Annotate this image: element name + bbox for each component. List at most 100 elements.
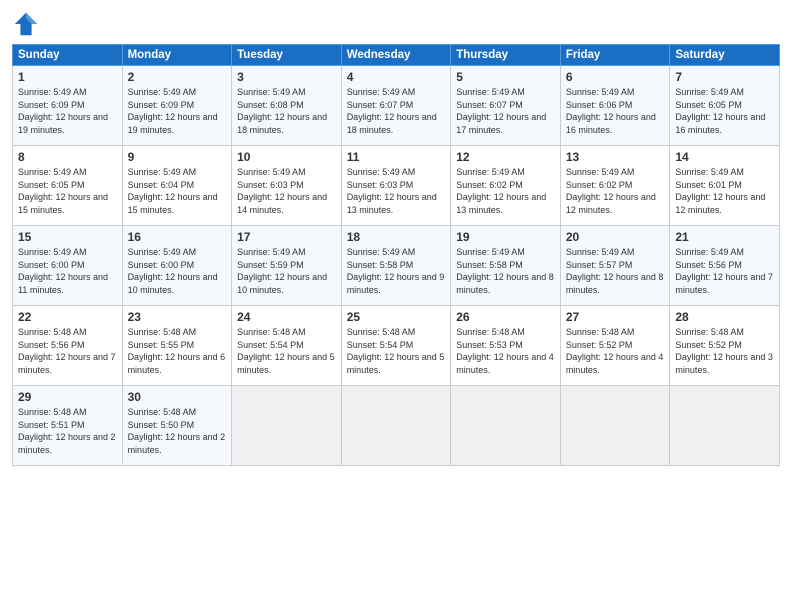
day-number: 14 [675, 150, 774, 164]
col-header-saturday: Saturday [670, 45, 780, 66]
day-info: Sunrise: 5:49 AMSunset: 6:03 PMDaylight:… [347, 166, 446, 216]
day-number: 20 [566, 230, 665, 244]
calendar-cell: 18Sunrise: 5:49 AMSunset: 5:58 PMDayligh… [341, 226, 451, 306]
day-number: 23 [128, 310, 227, 324]
calendar-row-4: 29 Sunrise: 5:48 AMSunset: 5:51 PMDayligh… [13, 386, 780, 466]
day-number: 30 [128, 390, 227, 404]
day-number: 9 [128, 150, 227, 164]
calendar-cell: 10 Sunrise: 5:49 AMSunset: 6:03 PMDayligh… [232, 146, 342, 226]
day-info: Sunrise: 5:48 AMSunset: 5:54 PMDaylight:… [347, 326, 446, 376]
day-info: Sunrise: 5:49 AMSunset: 6:07 PMDaylight:… [456, 86, 555, 136]
calendar-table: SundayMondayTuesdayWednesdayThursdayFrid… [12, 44, 780, 466]
calendar-row-3: 22 Sunrise: 5:48 AMSunset: 5:56 PMDayligh… [13, 306, 780, 386]
day-number: 11 [347, 150, 446, 164]
col-header-monday: Monday [122, 45, 232, 66]
day-number: 21 [675, 230, 774, 244]
day-number: 28 [675, 310, 774, 324]
day-info: Sunrise: 5:48 AMSunset: 5:56 PMDaylight:… [18, 326, 117, 376]
calendar-cell: 6 Sunrise: 5:49 AMSunset: 6:06 PMDaylight… [560, 66, 670, 146]
calendar-cell: 27 Sunrise: 5:48 AMSunset: 5:52 PMDayligh… [560, 306, 670, 386]
col-header-tuesday: Tuesday [232, 45, 342, 66]
day-info: Sunrise: 5:49 AMSunset: 6:02 PMDaylight:… [566, 166, 665, 216]
day-number: 12 [456, 150, 555, 164]
day-number: 26 [456, 310, 555, 324]
calendar-cell: 21 Sunrise: 5:49 AMSunset: 5:56 PMDayligh… [670, 226, 780, 306]
day-number: 7 [675, 70, 774, 84]
day-number: 4 [347, 70, 446, 84]
calendar-row-0: 1 Sunrise: 5:49 AMSunset: 6:09 PMDaylight… [13, 66, 780, 146]
calendar-cell: 25 Sunrise: 5:48 AMSunset: 5:54 PMDayligh… [341, 306, 451, 386]
calendar-cell: 1 Sunrise: 5:49 AMSunset: 6:09 PMDaylight… [13, 66, 123, 146]
day-number: 22 [18, 310, 117, 324]
col-header-sunday: Sunday [13, 45, 123, 66]
day-info: Sunrise: 5:48 AMSunset: 5:51 PMDaylight:… [18, 406, 117, 456]
day-info: Sunrise: 5:49 AMSunset: 6:06 PMDaylight:… [566, 86, 665, 136]
calendar-cell: 22 Sunrise: 5:48 AMSunset: 5:56 PMDayligh… [13, 306, 123, 386]
day-number: 15 [18, 230, 117, 244]
day-info: Sunrise: 5:49 AMSunset: 5:57 PMDaylight:… [566, 246, 665, 296]
calendar-cell [560, 386, 670, 466]
day-number: 10 [237, 150, 336, 164]
day-info: Sunrise: 5:49 AMSunset: 6:00 PMDaylight:… [18, 246, 117, 296]
day-number: 27 [566, 310, 665, 324]
day-info: Sunrise: 5:48 AMSunset: 5:50 PMDaylight:… [128, 406, 227, 456]
day-number: 6 [566, 70, 665, 84]
calendar-cell: 30 Sunrise: 5:48 AMSunset: 5:50 PMDayligh… [122, 386, 232, 466]
calendar-cell [451, 386, 561, 466]
logo [12, 10, 44, 38]
day-info: Sunrise: 5:48 AMSunset: 5:52 PMDaylight:… [675, 326, 774, 376]
calendar-row-2: 15 Sunrise: 5:49 AMSunset: 6:00 PMDayligh… [13, 226, 780, 306]
day-number: 16 [128, 230, 227, 244]
day-info: Sunrise: 5:49 AMSunset: 6:09 PMDaylight:… [128, 86, 227, 136]
day-number: 29 [18, 390, 117, 404]
calendar-cell: 11 Sunrise: 5:49 AMSunset: 6:03 PMDayligh… [341, 146, 451, 226]
day-info: Sunrise: 5:49 AMSunset: 6:07 PMDaylight:… [347, 86, 446, 136]
day-info: Sunrise: 5:49 AMSunset: 6:02 PMDaylight:… [456, 166, 555, 216]
day-info: Sunrise: 5:49 AMSunset: 5:59 PMDaylight:… [237, 246, 336, 296]
day-number: 3 [237, 70, 336, 84]
day-number: 24 [237, 310, 336, 324]
col-header-wednesday: Wednesday [341, 45, 451, 66]
calendar-cell: 13Sunrise: 5:49 AMSunset: 6:02 PMDayligh… [560, 146, 670, 226]
day-info: Sunrise: 5:49 AMSunset: 5:56 PMDaylight:… [675, 246, 774, 296]
day-number: 2 [128, 70, 227, 84]
calendar-cell: 4 Sunrise: 5:49 AMSunset: 6:07 PMDaylight… [341, 66, 451, 146]
day-info: Sunrise: 5:49 AMSunset: 5:58 PMDaylight:… [347, 246, 446, 296]
calendar-row-1: 8 Sunrise: 5:49 AMSunset: 6:05 PMDaylight… [13, 146, 780, 226]
calendar-cell: 17 Sunrise: 5:49 AMSunset: 5:59 PMDayligh… [232, 226, 342, 306]
calendar-header-row: SundayMondayTuesdayWednesdayThursdayFrid… [13, 45, 780, 66]
calendar-cell: 3 Sunrise: 5:49 AMSunset: 6:08 PMDaylight… [232, 66, 342, 146]
day-info: Sunrise: 5:49 AMSunset: 6:05 PMDaylight:… [675, 86, 774, 136]
day-info: Sunrise: 5:49 AMSunset: 5:58 PMDaylight:… [456, 246, 555, 296]
main-container: SundayMondayTuesdayWednesdayThursdayFrid… [0, 0, 792, 474]
day-info: Sunrise: 5:48 AMSunset: 5:52 PMDaylight:… [566, 326, 665, 376]
calendar-cell: 16Sunrise: 5:49 AMSunset: 6:00 PMDayligh… [122, 226, 232, 306]
calendar-cell: 14Sunrise: 5:49 AMSunset: 6:01 PMDayligh… [670, 146, 780, 226]
calendar-cell: 29 Sunrise: 5:48 AMSunset: 5:51 PMDayligh… [13, 386, 123, 466]
day-number: 19 [456, 230, 555, 244]
day-info: Sunrise: 5:48 AMSunset: 5:54 PMDaylight:… [237, 326, 336, 376]
calendar-cell: 26Sunrise: 5:48 AMSunset: 5:53 PMDayligh… [451, 306, 561, 386]
calendar-cell: 19 Sunrise: 5:49 AMSunset: 5:58 PMDayligh… [451, 226, 561, 306]
calendar-cell: 8 Sunrise: 5:49 AMSunset: 6:05 PMDaylight… [13, 146, 123, 226]
calendar-cell [341, 386, 451, 466]
header [12, 10, 780, 38]
calendar-cell: 12 Sunrise: 5:49 AMSunset: 6:02 PMDayligh… [451, 146, 561, 226]
calendar-cell: 2 Sunrise: 5:49 AMSunset: 6:09 PMDaylight… [122, 66, 232, 146]
day-info: Sunrise: 5:49 AMSunset: 6:09 PMDaylight:… [18, 86, 117, 136]
calendar-cell [232, 386, 342, 466]
calendar-cell: 15 Sunrise: 5:49 AMSunset: 6:00 PMDayligh… [13, 226, 123, 306]
day-number: 25 [347, 310, 446, 324]
day-info: Sunrise: 5:49 AMSunset: 6:03 PMDaylight:… [237, 166, 336, 216]
day-number: 8 [18, 150, 117, 164]
calendar-cell: 23 Sunrise: 5:48 AMSunset: 5:55 PMDayligh… [122, 306, 232, 386]
calendar-cell: 20 Sunrise: 5:49 AMSunset: 5:57 PMDayligh… [560, 226, 670, 306]
logo-icon [12, 10, 40, 38]
day-info: Sunrise: 5:49 AMSunset: 6:05 PMDaylight:… [18, 166, 117, 216]
day-info: Sunrise: 5:49 AMSunset: 6:08 PMDaylight:… [237, 86, 336, 136]
calendar-cell: 7 Sunrise: 5:49 AMSunset: 6:05 PMDaylight… [670, 66, 780, 146]
day-number: 1 [18, 70, 117, 84]
day-info: Sunrise: 5:48 AMSunset: 5:55 PMDaylight:… [128, 326, 227, 376]
day-number: 17 [237, 230, 336, 244]
calendar-cell: 24 Sunrise: 5:48 AMSunset: 5:54 PMDayligh… [232, 306, 342, 386]
